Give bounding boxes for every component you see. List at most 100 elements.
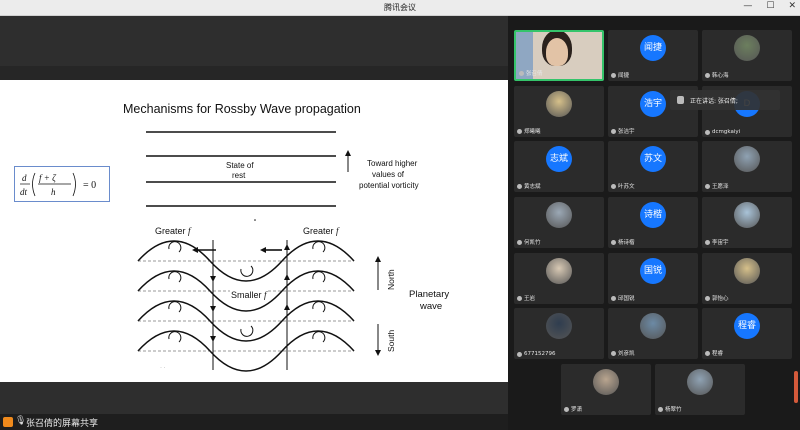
participant-tile[interactable]: 杨翠竹 — [655, 364, 745, 415]
user-icon — [3, 417, 13, 427]
participant-caption: 黄志斌 — [517, 182, 541, 190]
scrollbar[interactable] — [794, 371, 798, 403]
participant-caption: 韩心海 — [705, 71, 729, 79]
avatar-photo — [546, 258, 572, 284]
participant-tile[interactable]: 国锐 邱国锐 — [608, 253, 698, 304]
window-title: 腾讯会议 — [384, 3, 416, 12]
participant-tile[interactable]: 王愿泽 — [702, 141, 792, 192]
participant-name: 韩心海 — [712, 73, 729, 79]
participant-caption: 罗潇 — [564, 405, 582, 413]
share-label: 张召倩的屏幕共享 — [26, 419, 99, 429]
participant-tile[interactable]: 闻捷 闻捷 — [608, 30, 698, 81]
participant-tile[interactable]: 程睿 程睿 — [702, 308, 792, 359]
participant-tile[interactable]: 刘彦凯 — [608, 308, 698, 359]
participant-name: 黄志斌 — [524, 184, 541, 190]
participant-tile[interactable]: 张召倩 — [514, 30, 604, 81]
rossby-diagram: North South · · — [137, 131, 396, 372]
participant-caption: 闻捷 — [611, 71, 629, 79]
participant-tile[interactable]: 志斌黄志斌 — [514, 141, 604, 192]
avatar: 程睿 — [734, 313, 760, 339]
wave-label: wave — [420, 301, 443, 312]
mic-icon — [564, 406, 569, 412]
mic-icon — [611, 295, 616, 301]
mic-icon — [611, 72, 616, 78]
mic-icon — [517, 128, 522, 134]
mic-icon — [611, 350, 616, 356]
avatar-photo — [593, 369, 619, 395]
participant-tile[interactable]: 677152796 — [514, 308, 604, 359]
participant-tile[interactable]: 李宙宇 — [702, 197, 792, 248]
participant-caption: 张洁宇 — [611, 127, 635, 135]
participant-caption: 677152796 — [517, 351, 556, 357]
participant-tile[interactable]: 罗潇 — [561, 364, 651, 415]
slide: Mechanisms for Rossby Wave propagation d… — [0, 80, 508, 382]
participant-panel: 张召倩闻捷闻捷韩心海郑曦曦浩宇张洁宇Ddcmgkaiyi志斌黄志斌苏文叶苏文王愿… — [508, 16, 800, 430]
participant-name: 杨翠竹 — [665, 407, 682, 413]
participant-name: 罗潇 — [571, 407, 583, 413]
south-label: South — [386, 330, 396, 352]
participant-name: 杨诗楷 — [618, 240, 635, 246]
participant-name: 刘彦凯 — [618, 351, 635, 357]
minimize-icon[interactable]: — — [743, 1, 752, 11]
mic-icon — [611, 183, 616, 189]
rest-label: rest — [232, 171, 246, 180]
avatar: 浩宇 — [640, 91, 666, 117]
higher-label-3: potential vorticity — [359, 181, 419, 190]
greater-label-right: Greater f — [303, 226, 339, 236]
planetary-label: Planetary — [409, 289, 450, 300]
participant-name: 叶苏文 — [618, 184, 635, 190]
avatar-photo — [546, 313, 572, 339]
higher-label-1: Toward higher — [367, 159, 418, 168]
participant-tile[interactable]: 苏文 叶苏文 — [608, 141, 698, 192]
maximize-icon[interactable]: ☐ — [766, 1, 774, 11]
mic-icon — [677, 96, 684, 104]
mic-icon — [705, 183, 710, 189]
participant-tile[interactable]: 韩心海 — [702, 30, 792, 81]
mic-icon — [705, 129, 710, 135]
mic-icon[interactable]: 🎙 — [15, 416, 26, 426]
shared-screen: Mechanisms for Rossby Wave propagation d… — [0, 16, 508, 430]
mic-icon — [517, 295, 522, 301]
avatar-photo — [734, 202, 760, 228]
participant-caption: 李宙宇 — [705, 238, 729, 246]
participant-caption: 张召倩 — [519, 69, 543, 77]
participant-caption: 程睿 — [705, 349, 723, 357]
participant-name: 郭怡心 — [712, 296, 729, 302]
participant-name: 程睿 — [712, 351, 724, 357]
avatar-photo — [546, 91, 572, 117]
participant-name: 张洁宇 — [618, 129, 635, 135]
participant-name: 郑曦曦 — [524, 129, 541, 135]
participant-caption: 郭怡心 — [705, 294, 729, 302]
participant-tile[interactable]: 诗楷杨诗楷 — [608, 197, 698, 248]
participant-name: 王岩 — [524, 296, 536, 302]
participant-name: 王愿泽 — [712, 184, 729, 190]
participant-caption: 杨翠竹 — [658, 405, 682, 413]
speaking-label: 正在讲话: 张召倩; — [690, 98, 738, 105]
participant-tile[interactable]: 何凯竹 — [514, 197, 604, 248]
share-bar: 🎙 张召倩的屏幕共享 — [0, 414, 508, 430]
participant-caption: 杨诗楷 — [611, 238, 635, 246]
participant-tile[interactable]: 郭怡心 — [702, 253, 792, 304]
mic-icon — [705, 295, 710, 301]
mic-icon — [705, 350, 710, 356]
participant-name: dcmgkaiyi — [712, 129, 741, 135]
avatar-photo — [734, 258, 760, 284]
close-icon[interactable]: ✕ — [788, 1, 796, 11]
participant-tile[interactable]: 王岩 — [514, 253, 604, 304]
mic-icon — [611, 128, 616, 134]
state-label: State of — [226, 161, 254, 170]
participant-name: 何凯竹 — [524, 240, 541, 246]
avatar: 诗楷 — [640, 202, 666, 228]
smaller-label: Smaller f — [230, 290, 268, 300]
avatar: 志斌 — [546, 146, 572, 172]
title-bar: 腾讯会议 — ☐ ✕ — [0, 0, 800, 16]
mic-icon — [517, 183, 522, 189]
greater-label-left: Greater f — [155, 226, 191, 236]
avatar-photo — [687, 369, 713, 395]
mic-icon — [705, 72, 710, 78]
mic-icon — [519, 70, 524, 76]
speaking-toast: 正在讲话: 张召倩; — [670, 90, 780, 110]
participant-tile[interactable]: 郑曦曦 — [514, 86, 604, 137]
svg-text:· ·: · · — [160, 365, 166, 371]
mic-icon — [517, 239, 522, 245]
